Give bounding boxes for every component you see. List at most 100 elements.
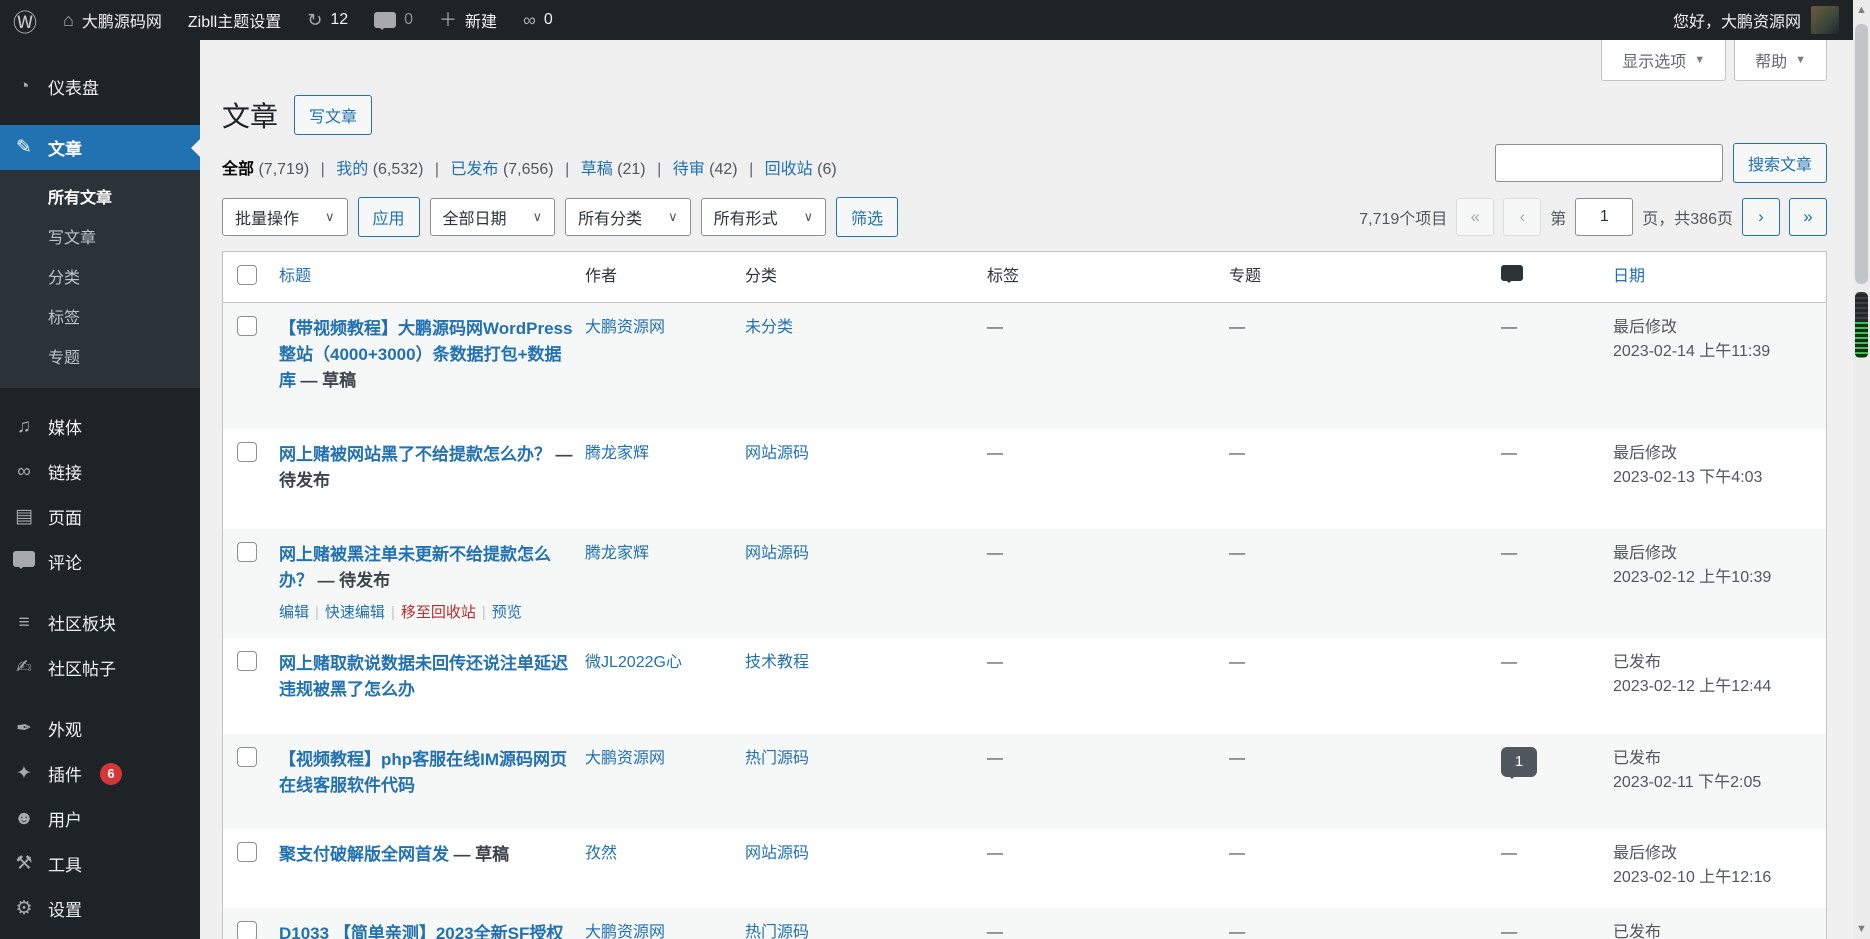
prev-page-button[interactable]: ‹ bbox=[1503, 198, 1541, 236]
add-new-post-button[interactable]: 写文章 bbox=[294, 95, 372, 135]
post-title-link[interactable]: 【视频教程】php客服在线IM源码网页在线客服软件代码 bbox=[279, 750, 567, 795]
category-filter-select[interactable]: 所有分类 ∨ bbox=[565, 198, 691, 236]
comments-cell: — bbox=[1501, 429, 1613, 479]
submenu-topics[interactable]: 专题 bbox=[0, 336, 200, 376]
filter-all[interactable]: 全部 bbox=[222, 161, 254, 178]
category-link[interactable]: 网站源码 bbox=[745, 845, 809, 862]
filter-button[interactable]: 筛选 bbox=[836, 197, 898, 237]
dashboard-icon: ◔ bbox=[12, 76, 36, 98]
user-greeting[interactable]: 您好，大鹏资源网 bbox=[1673, 8, 1801, 32]
edit-link[interactable]: 编辑 bbox=[279, 604, 309, 621]
sidebar-item-appearance[interactable]: ✒ 外观 bbox=[0, 706, 200, 751]
filter-pending[interactable]: 待审 bbox=[673, 161, 705, 178]
post-title-link[interactable]: 聚支付破解版全网首发 bbox=[279, 845, 449, 864]
apply-button[interactable]: 应用 bbox=[358, 197, 420, 237]
select-caret-icon: ∨ bbox=[533, 209, 543, 225]
submenu-all-posts[interactable]: 所有文章 bbox=[0, 176, 200, 216]
trash-link[interactable]: 移至回收站 bbox=[401, 604, 476, 621]
author-link[interactable]: 腾龙家辉 bbox=[585, 545, 649, 562]
next-page-button[interactable]: › bbox=[1742, 198, 1780, 236]
post-title-link[interactable]: 网上赌被网站黑了不给提款怎么办？ bbox=[279, 445, 551, 464]
preview-link[interactable]: 预览 bbox=[492, 604, 522, 621]
category-link[interactable]: 热门源码 bbox=[745, 924, 809, 939]
row-checkbox[interactable] bbox=[237, 316, 257, 336]
wordpress-menu[interactable]: Ⓦ bbox=[0, 0, 50, 40]
category-link[interactable]: 技术教程 bbox=[745, 654, 809, 671]
sidebar-item-comments[interactable]: 评论 bbox=[0, 539, 200, 584]
category-link[interactable]: 网站源码 bbox=[745, 445, 809, 462]
scrollbar[interactable]: ▲ ▼ bbox=[1853, 0, 1870, 939]
search-posts-button[interactable]: 搜索文章 bbox=[1733, 143, 1827, 183]
author-link[interactable]: 大鹏资源网 bbox=[585, 319, 665, 336]
comments-cell: — bbox=[1501, 638, 1613, 688]
select-all-checkbox[interactable] bbox=[237, 265, 257, 285]
post-title-link[interactable]: 网上赌取款说数据未回传还说注单延迟违规被黑了怎么办 bbox=[279, 654, 568, 699]
submenu-categories[interactable]: 分类 bbox=[0, 256, 200, 296]
site-link[interactable]: ⌂ 大鹏源码网 bbox=[50, 0, 175, 40]
comments-link[interactable]: 0 bbox=[361, 0, 426, 40]
row-checkbox[interactable] bbox=[237, 651, 257, 671]
comment-count-bubble[interactable]: 1 bbox=[1501, 747, 1537, 777]
category-link[interactable]: 热门源码 bbox=[745, 750, 809, 767]
new-content-menu[interactable]: ＋ 新建 bbox=[426, 0, 510, 40]
first-page-button[interactable]: « bbox=[1456, 198, 1494, 236]
submenu-tags[interactable]: 标签 bbox=[0, 296, 200, 336]
submenu-new-post[interactable]: 写文章 bbox=[0, 216, 200, 256]
row-checkbox[interactable] bbox=[237, 921, 257, 939]
sidebar-item-plugins[interactable]: ✦ 插件 6 bbox=[0, 751, 200, 796]
avatar[interactable] bbox=[1811, 6, 1839, 34]
search-input[interactable] bbox=[1495, 144, 1723, 182]
author-link[interactable]: 大鹏资源网 bbox=[585, 924, 665, 939]
author-link[interactable]: 孜然 bbox=[585, 845, 617, 862]
author-link[interactable]: 大鹏资源网 bbox=[585, 750, 665, 767]
main-content: 显示选项 ▼ 帮助 ▼ 文章 写文章 全部 (7,719) | 我的 (6,53… bbox=[200, 40, 1853, 939]
sidebar-label-links: 链接 bbox=[48, 459, 82, 484]
filter-drafts[interactable]: 草稿 bbox=[581, 161, 613, 178]
links-check-item[interactable]: ∞ 0 bbox=[510, 0, 566, 40]
scroll-down-icon[interactable]: ▼ bbox=[1853, 923, 1870, 935]
category-filter-value: 所有分类 bbox=[578, 205, 642, 229]
row-checkbox[interactable] bbox=[237, 442, 257, 462]
post-title-link[interactable]: D1033 【简单亲测】2023全新SF授权系统源码 V3.7全开源无加密版本 bbox=[279, 924, 563, 939]
sidebar-item-tools[interactable]: ⚒ 工具 bbox=[0, 841, 200, 886]
help-button[interactable]: 帮助 ▼ bbox=[1734, 40, 1827, 81]
theme-settings-link[interactable]: Zibll主题设置 bbox=[175, 0, 294, 40]
last-page-button[interactable]: » bbox=[1789, 198, 1827, 236]
sidebar-item-community-board[interactable]: ≡ 社区板块 bbox=[0, 600, 200, 645]
filter-published[interactable]: 已发布 bbox=[450, 161, 498, 178]
new-label: 新建 bbox=[465, 8, 497, 32]
date-cell: 最后修改2023-02-14 上午11:39 bbox=[1613, 303, 1826, 377]
category-link[interactable]: 未分类 bbox=[745, 319, 793, 336]
sidebar-item-dashboard[interactable]: ◔ 仪表盘 bbox=[0, 64, 200, 109]
current-page-input[interactable] bbox=[1575, 198, 1633, 236]
sidebar-item-posts[interactable]: ✎ 文章 bbox=[0, 125, 200, 170]
scroll-up-icon[interactable]: ▲ bbox=[1853, 4, 1870, 16]
column-title[interactable]: 标题 bbox=[279, 268, 311, 285]
sidebar-item-pages[interactable]: ▤ 页面 bbox=[0, 494, 200, 539]
sidebar-item-media[interactable]: ♫ 媒体 bbox=[0, 404, 200, 449]
sidebar-item-community-posts[interactable]: ✍ 社区帖子 bbox=[0, 645, 200, 690]
format-filter-select[interactable]: 所有形式 ∨ bbox=[701, 198, 827, 236]
row-checkbox[interactable] bbox=[237, 842, 257, 862]
row-checkbox[interactable] bbox=[237, 747, 257, 767]
link-icon: ∞ bbox=[523, 11, 536, 29]
screen-options-button[interactable]: 显示选项 ▼ bbox=[1601, 40, 1726, 81]
sidebar-item-users[interactable]: ☻ 用户 bbox=[0, 796, 200, 841]
quick-edit-link[interactable]: 快速编辑 bbox=[325, 604, 385, 621]
updates-link[interactable]: ↻ 12 bbox=[294, 0, 361, 40]
tags-cell: — bbox=[987, 829, 1229, 879]
bulk-actions-select[interactable]: 批量操作 ∨ bbox=[222, 198, 348, 236]
sidebar-item-links[interactable]: ∞ 链接 bbox=[0, 449, 200, 494]
column-date[interactable]: 日期 bbox=[1613, 268, 1645, 285]
sidebar-item-settings[interactable]: ⚙ 设置 bbox=[0, 886, 200, 931]
row-checkbox[interactable] bbox=[237, 542, 257, 562]
format-filter-value: 所有形式 bbox=[714, 205, 778, 229]
author-link[interactable]: 腾龙家辉 bbox=[585, 445, 649, 462]
category-link[interactable]: 网站源码 bbox=[745, 545, 809, 562]
table-row: 网上赌被网站黑了不给提款怎么办？ — 待发布 腾龙家辉 网站源码 — — — 最… bbox=[223, 429, 1826, 529]
author-link[interactable]: 微JL2022G心 bbox=[585, 654, 682, 671]
filter-mine[interactable]: 我的 bbox=[336, 161, 368, 178]
filter-trash[interactable]: 回收站 bbox=[765, 161, 813, 178]
scrollbar-thumb[interactable] bbox=[1855, 24, 1868, 284]
date-filter-select[interactable]: 全部日期 ∨ bbox=[430, 198, 556, 236]
